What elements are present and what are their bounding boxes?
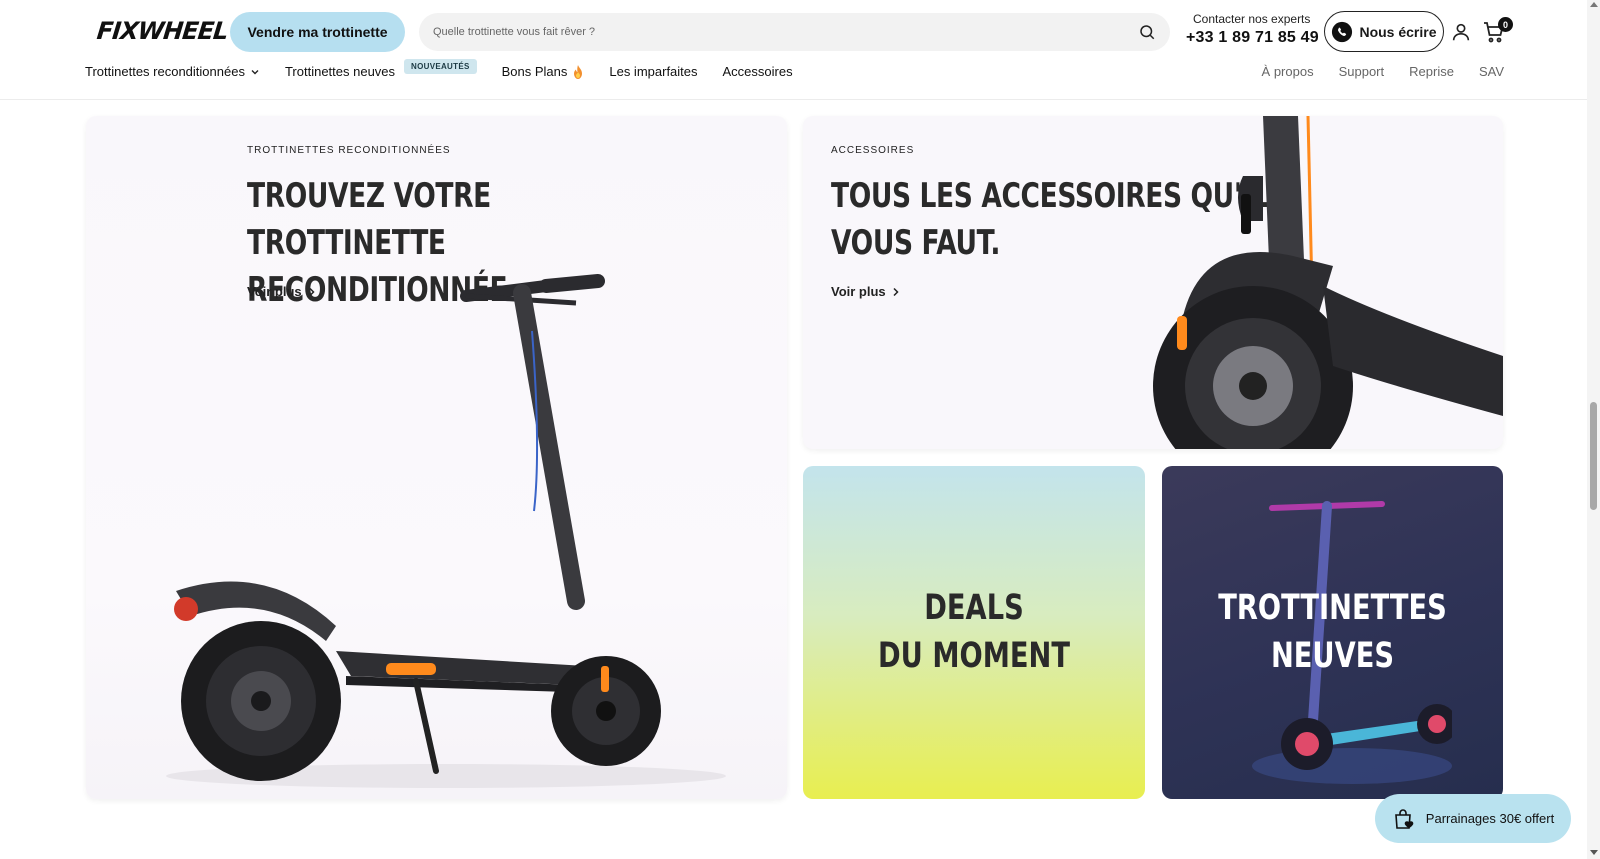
- referral-button[interactable]: Parrainages 30€ offert: [1375, 794, 1571, 843]
- write-us-label: Nous écrire: [1359, 23, 1437, 40]
- card-title: TROTTINETTES NEUVES: [1200, 584, 1466, 680]
- contact-label: Contacter nos experts: [1193, 12, 1311, 26]
- contact-phone[interactable]: +33 1 89 71 85 49: [1186, 29, 1319, 47]
- nav-item-accessories[interactable]: Accessoires: [723, 64, 793, 79]
- brand-logo[interactable]: FIXWHEEL: [96, 17, 229, 45]
- secondary-nav: À propos Support Reprise SAV: [1262, 64, 1504, 79]
- card-reconditioned[interactable]: TROTTINETTES RECONDITIONNÉES TROUVEZ VOT…: [86, 116, 787, 799]
- card-title-line: TROTTINETTES: [1218, 588, 1447, 628]
- see-more-label: Voir plus: [831, 284, 886, 299]
- cart-count-badge: 0: [1498, 17, 1513, 32]
- nav-link-about[interactable]: À propos: [1262, 64, 1314, 79]
- chevron-down-icon: [251, 69, 259, 74]
- card-title-line: DU MOMENT: [877, 636, 1071, 676]
- scroll-up-arrow-icon[interactable]: [1590, 2, 1598, 7]
- new-badge: NOUVEAUTÉS: [404, 59, 477, 74]
- scroll-down-arrow-icon[interactable]: [1590, 850, 1598, 855]
- nav-link-support[interactable]: Support: [1339, 64, 1385, 79]
- card-accessories[interactable]: ACCESSOIRES TOUS LES ACCESSOIRES QU'IL V…: [803, 116, 1503, 449]
- card-title-line: NEUVES: [1270, 636, 1395, 676]
- fire-icon: [574, 64, 583, 79]
- main-nav: Trottinettes reconditionnées Trottinette…: [85, 59, 793, 79]
- nav-item-imperfect[interactable]: Les imparfaites: [609, 64, 697, 79]
- search-input[interactable]: [433, 26, 1130, 38]
- card-title-line: TROUVEZ VOTRE TROTTINETTE: [247, 176, 491, 263]
- scooter-image: [166, 274, 726, 788]
- page-scrollbar[interactable]: [1587, 0, 1600, 859]
- nav-item-label: Accessoires: [722, 64, 793, 79]
- nav-link-trade-in[interactable]: Reprise: [1409, 64, 1454, 79]
- card-eyebrow: ACCESSOIRES: [831, 145, 915, 156]
- card-title: DEALS DU MOMENT: [841, 584, 1108, 680]
- gift-bag-icon: [1394, 808, 1414, 829]
- referral-label: Parrainages 30€ offert: [1425, 811, 1555, 826]
- card-new-scooters[interactable]: TROTTINETTES NEUVES: [1162, 466, 1503, 799]
- card-eyebrow: TROTTINETTES RECONDITIONNÉES: [247, 145, 451, 156]
- account-icon[interactable]: [1450, 21, 1472, 43]
- card-title-line: DEALS: [924, 588, 1024, 628]
- scrollbar-thumb[interactable]: [1590, 402, 1597, 510]
- nav-item-new-scooters[interactable]: Trottinettes neuves NOUVEAUTÉS: [284, 59, 477, 79]
- nav-item-label: Les imparfaites: [609, 64, 698, 79]
- nav-item-reconditioned[interactable]: Trottinettes reconditionnées: [85, 64, 260, 79]
- write-us-button[interactable]: Nous écrire: [1324, 11, 1444, 52]
- nav-item-label: Trottinettes neuves: [284, 64, 396, 79]
- see-more-link[interactable]: Voir plus: [831, 284, 900, 299]
- nav-item-label: Bons Plans: [501, 64, 568, 79]
- card-deals[interactable]: DEALS DU MOMENT: [803, 466, 1145, 799]
- whatsapp-icon: [1332, 21, 1353, 42]
- sell-scooter-button[interactable]: Vendre ma trottinette: [230, 12, 405, 52]
- nav-item-label: Trottinettes reconditionnées: [85, 64, 245, 79]
- chevron-right-icon: [893, 287, 899, 296]
- scooter-closeup-image: [1153, 116, 1503, 449]
- search-bar: [419, 13, 1170, 51]
- nav-item-deals[interactable]: Bons Plans: [502, 64, 585, 79]
- contact-block: Contacter nos experts +33 1 89 71 85 49: [1186, 12, 1319, 47]
- search-icon[interactable]: [1138, 23, 1156, 41]
- site-header: FIXWHEEL Vendre ma trottinette Contacter…: [0, 0, 1587, 100]
- nav-link-sav[interactable]: SAV: [1479, 64, 1504, 79]
